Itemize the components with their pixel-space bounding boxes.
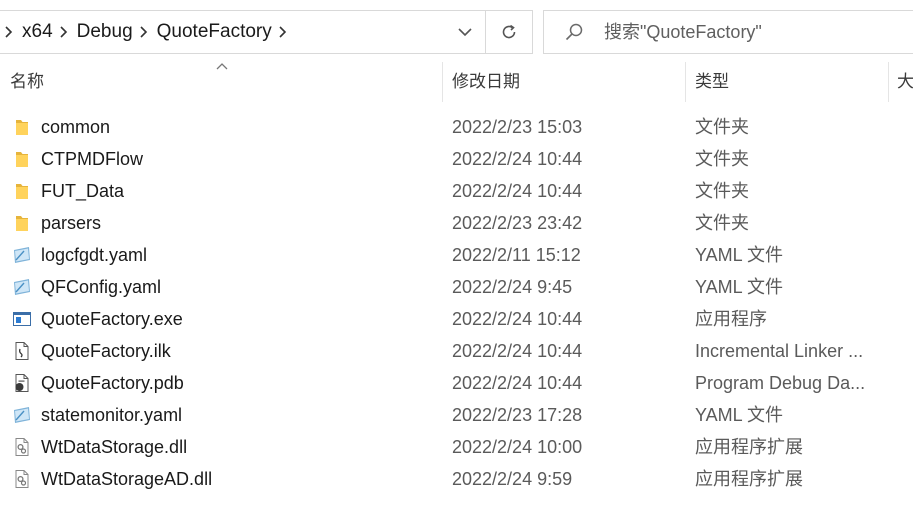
file-row[interactable]: parsers 2022/2/23 23:42 文件夹 [0, 207, 913, 239]
yaml-file-icon [12, 245, 32, 265]
file-type: 文件夹 [695, 181, 749, 201]
file-modified-date: 2022/2/24 10:44 [452, 181, 583, 201]
file-row[interactable]: FUT_Data 2022/2/24 10:44 文件夹 [0, 175, 913, 207]
file-modified-date: 2022/2/24 10:00 [452, 437, 583, 457]
yaml-file-icon [12, 405, 32, 425]
address-bar[interactable]: x64 Debug QuoteFactory [0, 10, 533, 54]
file-row[interactable]: QuoteFactory.pdb 2022/2/24 10:44 Program D… [0, 367, 913, 399]
chevron-right-icon[interactable] [274, 11, 294, 53]
file-row[interactable]: logcfgdt.yaml 2022/2/11 15:12 YAML 文件 [0, 239, 913, 271]
file-name[interactable]: QuoteFactory.exe [41, 303, 183, 335]
file-name[interactable]: common [41, 111, 110, 143]
file-type: 文件夹 [695, 213, 749, 233]
chevron-right-icon[interactable] [0, 11, 20, 53]
file-modified-date: 2022/2/24 9:59 [452, 469, 573, 489]
file-row[interactable]: QuoteFactory.exe 2022/2/24 10:44 应用程序 [0, 303, 913, 335]
breadcrumb: x64 Debug QuoteFactory [0, 11, 294, 53]
breadcrumb-item-quotefactory[interactable]: QuoteFactory [155, 21, 274, 43]
file-type: 应用程序 [695, 309, 767, 329]
breadcrumb-item-x64[interactable]: x64 [20, 21, 55, 43]
file-list: common 2022/2/23 15:03 文件夹 CTPMDFlow 2022/2/… [0, 111, 913, 495]
file-row[interactable]: WtDataStorageAD.dll 2022/2/24 9:59 应用程序扩展 [0, 463, 913, 495]
file-name[interactable]: FUT_Data [41, 175, 124, 207]
dll-file-icon [12, 469, 32, 489]
file-row[interactable]: QuoteFactory.ilk 2022/2/24 10:44 Increment… [0, 335, 913, 367]
sort-ascending-icon [216, 63, 228, 70]
file-row[interactable]: QFConfig.yaml 2022/2/24 9:45 YAML 文件 [0, 271, 913, 303]
file-modified-date: 2022/2/23 15:03 [452, 117, 583, 137]
column-header-name[interactable]: 名称 [10, 62, 44, 102]
chevron-down-icon [458, 27, 472, 36]
file-name[interactable]: parsers [41, 207, 101, 239]
file-modified-date: 2022/2/23 23:42 [452, 213, 583, 233]
column-resize-handle[interactable] [685, 62, 686, 102]
file-type: YAML 文件 [695, 405, 784, 425]
folder-icon [12, 117, 32, 137]
column-header-type[interactable]: 类型 [695, 62, 729, 102]
file-row[interactable]: WtDataStorage.dll 2022/2/24 10:00 应用程序扩展 [0, 431, 913, 463]
column-header-date[interactable]: 修改日期 [452, 62, 520, 102]
file-type: 应用程序扩展 [695, 469, 803, 489]
file-row[interactable]: common 2022/2/23 15:03 文件夹 [0, 111, 913, 143]
chevron-right-icon[interactable] [55, 11, 75, 53]
column-resize-handle[interactable] [888, 62, 889, 102]
pdb-file-icon [12, 373, 32, 393]
file-name[interactable]: CTPMDFlow [41, 143, 143, 175]
breadcrumb-item-debug[interactable]: Debug [75, 21, 135, 43]
file-modified-date: 2022/2/24 10:44 [452, 309, 583, 329]
column-header-size[interactable]: 大 [897, 62, 913, 102]
ilk-file-icon [12, 341, 32, 361]
file-modified-date: 2022/2/11 15:12 [452, 245, 581, 265]
file-modified-date: 2022/2/24 10:44 [452, 149, 583, 169]
file-type: 应用程序扩展 [695, 437, 803, 457]
file-row[interactable]: CTPMDFlow 2022/2/24 10:44 文件夹 [0, 143, 913, 175]
exe-file-icon [12, 309, 32, 329]
file-type: 文件夹 [695, 117, 749, 137]
refresh-button[interactable] [486, 11, 532, 53]
address-history-dropdown-button[interactable] [446, 11, 484, 53]
file-row[interactable]: statemonitor.yaml 2022/2/23 17:28 YAML 文件 [0, 399, 913, 431]
refresh-icon [502, 24, 516, 39]
search-placeholder: 搜索"QuoteFactory" [604, 22, 762, 42]
file-name[interactable]: statemonitor.yaml [41, 399, 182, 431]
file-modified-date: 2022/2/24 9:45 [452, 277, 573, 297]
yaml-file-icon [12, 277, 32, 297]
file-modified-date: 2022/2/24 10:44 [452, 341, 583, 361]
column-header-row: 名称 修改日期 类型 大 [0, 62, 913, 102]
file-type: YAML 文件 [695, 277, 784, 297]
file-name[interactable]: logcfgdt.yaml [41, 239, 147, 271]
column-resize-handle[interactable] [442, 62, 443, 102]
file-type: Incremental Linker ... [695, 341, 864, 361]
folder-icon [12, 213, 32, 233]
folder-icon [12, 149, 32, 169]
file-name[interactable]: WtDataStorage.dll [41, 431, 187, 463]
chevron-right-icon[interactable] [135, 11, 155, 53]
dll-file-icon [12, 437, 32, 457]
folder-icon [12, 181, 32, 201]
search-input[interactable]: 搜索"QuoteFactory" [543, 10, 913, 54]
file-type: 文件夹 [695, 149, 749, 169]
file-type: Program Debug Da... [695, 373, 866, 393]
file-name[interactable]: WtDataStorageAD.dll [41, 463, 212, 495]
file-modified-date: 2022/2/24 10:44 [452, 373, 583, 393]
file-name[interactable]: QuoteFactory.pdb [41, 367, 184, 399]
file-type: YAML 文件 [695, 245, 784, 265]
file-name[interactable]: QuoteFactory.ilk [41, 335, 171, 367]
search-icon [565, 23, 583, 41]
file-name[interactable]: QFConfig.yaml [41, 271, 161, 303]
file-modified-date: 2022/2/23 17:28 [452, 405, 583, 425]
